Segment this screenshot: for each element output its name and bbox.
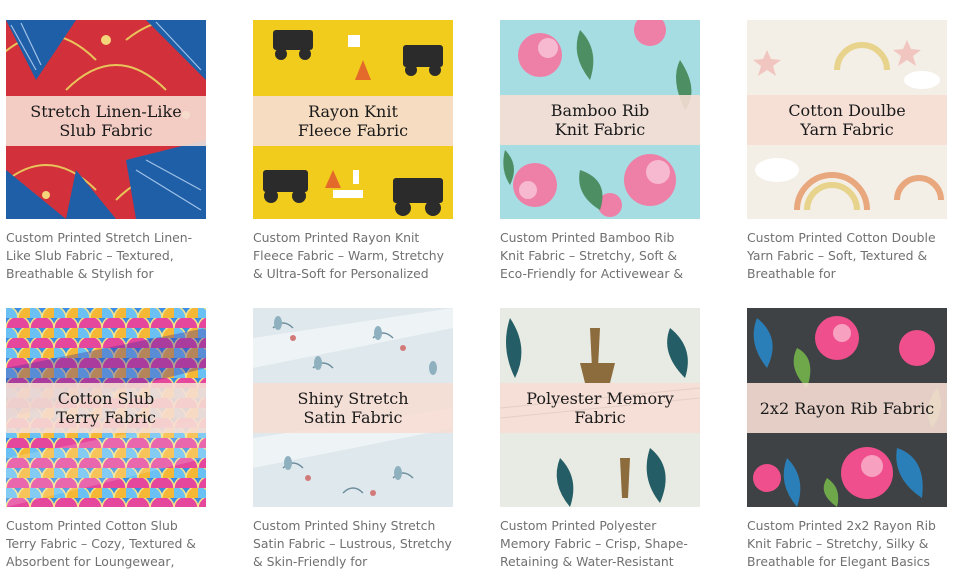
product-card[interactable]: Cotton Slub Terry Fabric Custom Printed … <box>6 308 206 571</box>
product-title-banner: Cotton Slub Terry Fabric <box>6 383 206 433</box>
product-title-banner: Shiny Stretch Satin Fabric <box>253 383 453 433</box>
product-card[interactable]: Cotton Doulbe Yarn Fabric Custom Printed… <box>747 20 947 283</box>
product-image[interactable]: Bamboo Rib Knit Fabric <box>500 20 700 219</box>
product-image[interactable]: Rayon Knit Fleece Fabric <box>253 20 453 219</box>
product-title-banner: Bamboo Rib Knit Fabric <box>500 95 700 145</box>
product-title-banner: 2x2 Rayon Rib Fabric <box>747 383 947 433</box>
product-image[interactable]: Cotton Slub Terry Fabric <box>6 308 206 507</box>
product-image[interactable]: 2x2 Rayon Rib Fabric <box>747 308 947 507</box>
product-description[interactable]: Custom Printed Cotton Slub Terry Fabric … <box>6 517 208 571</box>
product-description[interactable]: Custom Printed Cotton Double Yarn Fabric… <box>747 229 949 283</box>
product-title-banner: Rayon Knit Fleece Fabric <box>253 96 453 146</box>
product-description[interactable]: Custom Printed Polyester Memory Fabric –… <box>500 517 702 571</box>
product-card[interactable]: Rayon Knit Fleece Fabric Custom Printed … <box>253 20 453 283</box>
product-title-banner: Stretch Linen-Like Slub Fabric <box>6 96 206 146</box>
product-image[interactable]: Stretch Linen-Like Slub Fabric <box>6 20 206 219</box>
product-title-banner: Polyester Memory Fabric <box>500 383 700 433</box>
product-image[interactable]: Cotton Doulbe Yarn Fabric <box>747 20 947 219</box>
product-card[interactable]: 2x2 Rayon Rib Fabric Custom Printed 2x2 … <box>747 308 947 571</box>
product-image[interactable]: Polyester Memory Fabric <box>500 308 700 507</box>
product-title-banner: Cotton Doulbe Yarn Fabric <box>747 95 947 145</box>
product-description[interactable]: Custom Printed 2x2 Rayon Rib Knit Fabric… <box>747 517 949 571</box>
product-description[interactable]: Custom Printed Shiny Stretch Satin Fabri… <box>253 517 455 571</box>
product-card[interactable]: Shiny Stretch Satin Fabric Custom Printe… <box>253 308 453 571</box>
product-card[interactable]: Polyester Memory Fabric Custom Printed P… <box>500 308 700 571</box>
product-image[interactable]: Shiny Stretch Satin Fabric <box>253 308 453 507</box>
product-card[interactable]: Bamboo Rib Knit Fabric Custom Printed Ba… <box>500 20 700 283</box>
product-card[interactable]: Stretch Linen-Like Slub Fabric Custom Pr… <box>6 20 206 283</box>
product-description[interactable]: Custom Printed Stretch Linen-Like Slub F… <box>6 229 208 283</box>
product-description[interactable]: Custom Printed Bamboo Rib Knit Fabric – … <box>500 229 702 283</box>
product-description[interactable]: Custom Printed Rayon Knit Fleece Fabric … <box>253 229 455 283</box>
